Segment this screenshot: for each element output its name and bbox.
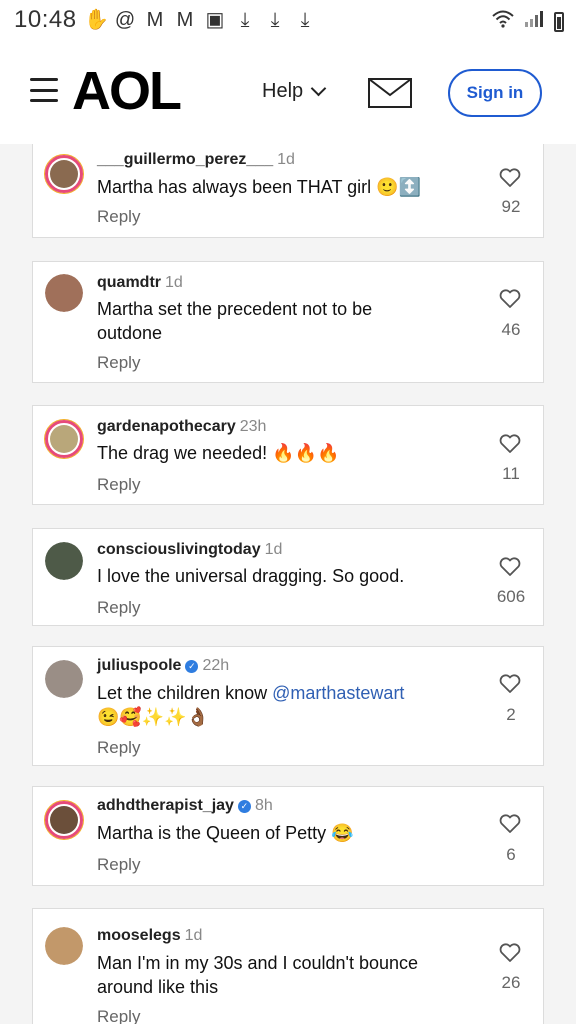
username[interactable]: quamdtr <box>97 274 161 291</box>
comment-card: consciouslivingtoday 1d I love the univer… <box>32 528 544 626</box>
like-count: 606 <box>496 587 526 606</box>
like-count: 92 <box>501 197 521 216</box>
like-count: 2 <box>506 705 516 724</box>
comment-meta: juliuspoole ✓ 22h <box>97 657 229 675</box>
download-icon: ⤓ <box>240 9 250 31</box>
battery-icon <box>554 11 564 32</box>
like-count: 26 <box>501 973 521 992</box>
heart-icon[interactable] <box>499 289 521 309</box>
help-label: Help <box>262 80 304 102</box>
avatar[interactable] <box>45 274 83 312</box>
comment-meta: gardenapothecary 23h <box>97 418 266 436</box>
heart-icon[interactable] <box>499 168 521 188</box>
comment-text: Let the children know @marthastewart 😉🥰✨… <box>97 683 405 727</box>
comment-meta: quamdtr 1d <box>97 274 183 292</box>
reply-button[interactable]: Reply <box>97 598 140 618</box>
timestamp: 22h <box>202 657 230 674</box>
system-icons <box>492 10 564 33</box>
username[interactable]: adhdtherapist_jay <box>97 797 234 814</box>
comment-text: The drag we needed! 🔥🔥🔥 <box>97 443 340 463</box>
like-count: 11 <box>502 464 520 483</box>
comment-meta: mooselegs 1d <box>97 927 202 945</box>
timestamp: 23h <box>239 418 267 435</box>
emoji: 😉🥰✨✨👌🏾 <box>97 707 210 727</box>
heart-icon[interactable] <box>499 814 521 834</box>
app-header: AOL Help Sign in <box>0 40 576 144</box>
timestamp: 1d <box>264 541 283 558</box>
heart-icon[interactable] <box>499 674 521 694</box>
timestamp: 1d <box>184 927 203 944</box>
download-icon: ⤓ <box>270 9 280 31</box>
wifi-icon <box>492 10 514 33</box>
gmail-icon: M <box>176 9 194 31</box>
comments-feed[interactable]: ___guillermo_perez___ 1d Martha has alway… <box>0 144 576 1024</box>
timestamp: 1d <box>165 274 183 291</box>
reply-button[interactable]: Reply <box>97 855 140 875</box>
username[interactable]: mooselegs <box>97 927 181 944</box>
gmail-icon: M <box>146 9 164 31</box>
timestamp: 1d <box>277 151 295 168</box>
comment-text: I love the universal dragging. So good. <box>97 566 405 586</box>
hand-icon: ✋ <box>84 9 109 31</box>
image-icon: ▣ <box>205 9 225 31</box>
status-bar: 10:48 ✋ @ M M ▣ ⤓ ⤓ ⤓ <box>0 0 576 40</box>
notification-icons: ✋ @ M M ▣ ⤓ ⤓ ⤓ <box>84 9 316 31</box>
help-dropdown[interactable]: Help <box>262 80 327 103</box>
avatar[interactable] <box>45 927 83 965</box>
comment-card: juliuspoole ✓ 22h Let the children know @m… <box>32 646 544 766</box>
status-time: 10:48 <box>14 6 77 33</box>
at-icon: @ <box>114 9 136 31</box>
avatar[interactable] <box>45 155 83 193</box>
emoji: 😂 <box>331 823 354 843</box>
verified-badge-icon: ✓ <box>237 800 251 813</box>
emoji: 🔥🔥🔥 <box>272 443 340 463</box>
chevron-down-icon <box>310 80 327 97</box>
aol-logo[interactable]: AOL <box>72 60 182 122</box>
heart-icon[interactable] <box>499 434 521 454</box>
avatar[interactable] <box>45 660 83 698</box>
username[interactable]: consciouslivingtoday <box>97 541 261 558</box>
comment-text: Martha has always been THAT girl 🙂↕️ <box>97 177 421 197</box>
username[interactable]: juliuspoole <box>97 657 181 674</box>
verified-badge-icon: ✓ <box>185 660 199 673</box>
comment-meta: adhdtherapist_jay ✓ 8h <box>97 797 273 815</box>
comment-text: Martha set the precedent not to be outdo… <box>97 299 373 343</box>
sign-in-button[interactable]: Sign in <box>448 69 542 117</box>
avatar[interactable] <box>45 801 83 839</box>
mention-link[interactable]: @marthastewart <box>272 683 404 703</box>
comment-card: quamdtr 1d Martha set the precedent not t… <box>32 261 544 383</box>
comment-card: gardenapothecary 23h The drag we needed! … <box>32 405 544 505</box>
comment-text: Martha is the Queen of Petty 😂 <box>97 823 354 843</box>
reply-button[interactable]: Reply <box>97 353 140 373</box>
signal-icon <box>524 10 544 33</box>
menu-icon[interactable] <box>30 78 58 102</box>
comment-text: Man I'm in my 30s and I couldn't bounce … <box>97 953 419 997</box>
mail-icon[interactable] <box>368 78 412 108</box>
reply-button[interactable]: Reply <box>97 1007 140 1024</box>
comment-card: ___guillermo_perez___ 1d Martha has alway… <box>32 144 544 238</box>
comment-meta: ___guillermo_perez___ 1d <box>97 151 295 169</box>
username[interactable]: gardenapothecary <box>97 418 236 435</box>
like-count: 46 <box>501 320 521 339</box>
comment-meta: consciouslivingtoday 1d <box>97 541 282 559</box>
avatar[interactable] <box>45 542 83 580</box>
reply-button[interactable]: Reply <box>97 738 140 758</box>
download-icon: ⤓ <box>300 9 310 31</box>
reply-button[interactable]: Reply <box>97 207 140 227</box>
comment-card: adhdtherapist_jay ✓ 8h Martha is the Queen… <box>32 786 544 886</box>
emoji: 🙂↕️ <box>376 177 421 197</box>
avatar[interactable] <box>45 420 83 458</box>
like-count: 6 <box>506 845 516 864</box>
username[interactable]: ___guillermo_perez___ <box>97 151 273 168</box>
heart-icon[interactable] <box>499 557 521 577</box>
comment-card: mooselegs 1d Man I'm in my 30s and I coul… <box>32 908 544 1024</box>
heart-icon[interactable] <box>499 943 521 963</box>
timestamp: 8h <box>254 797 273 814</box>
reply-button[interactable]: Reply <box>97 475 140 495</box>
